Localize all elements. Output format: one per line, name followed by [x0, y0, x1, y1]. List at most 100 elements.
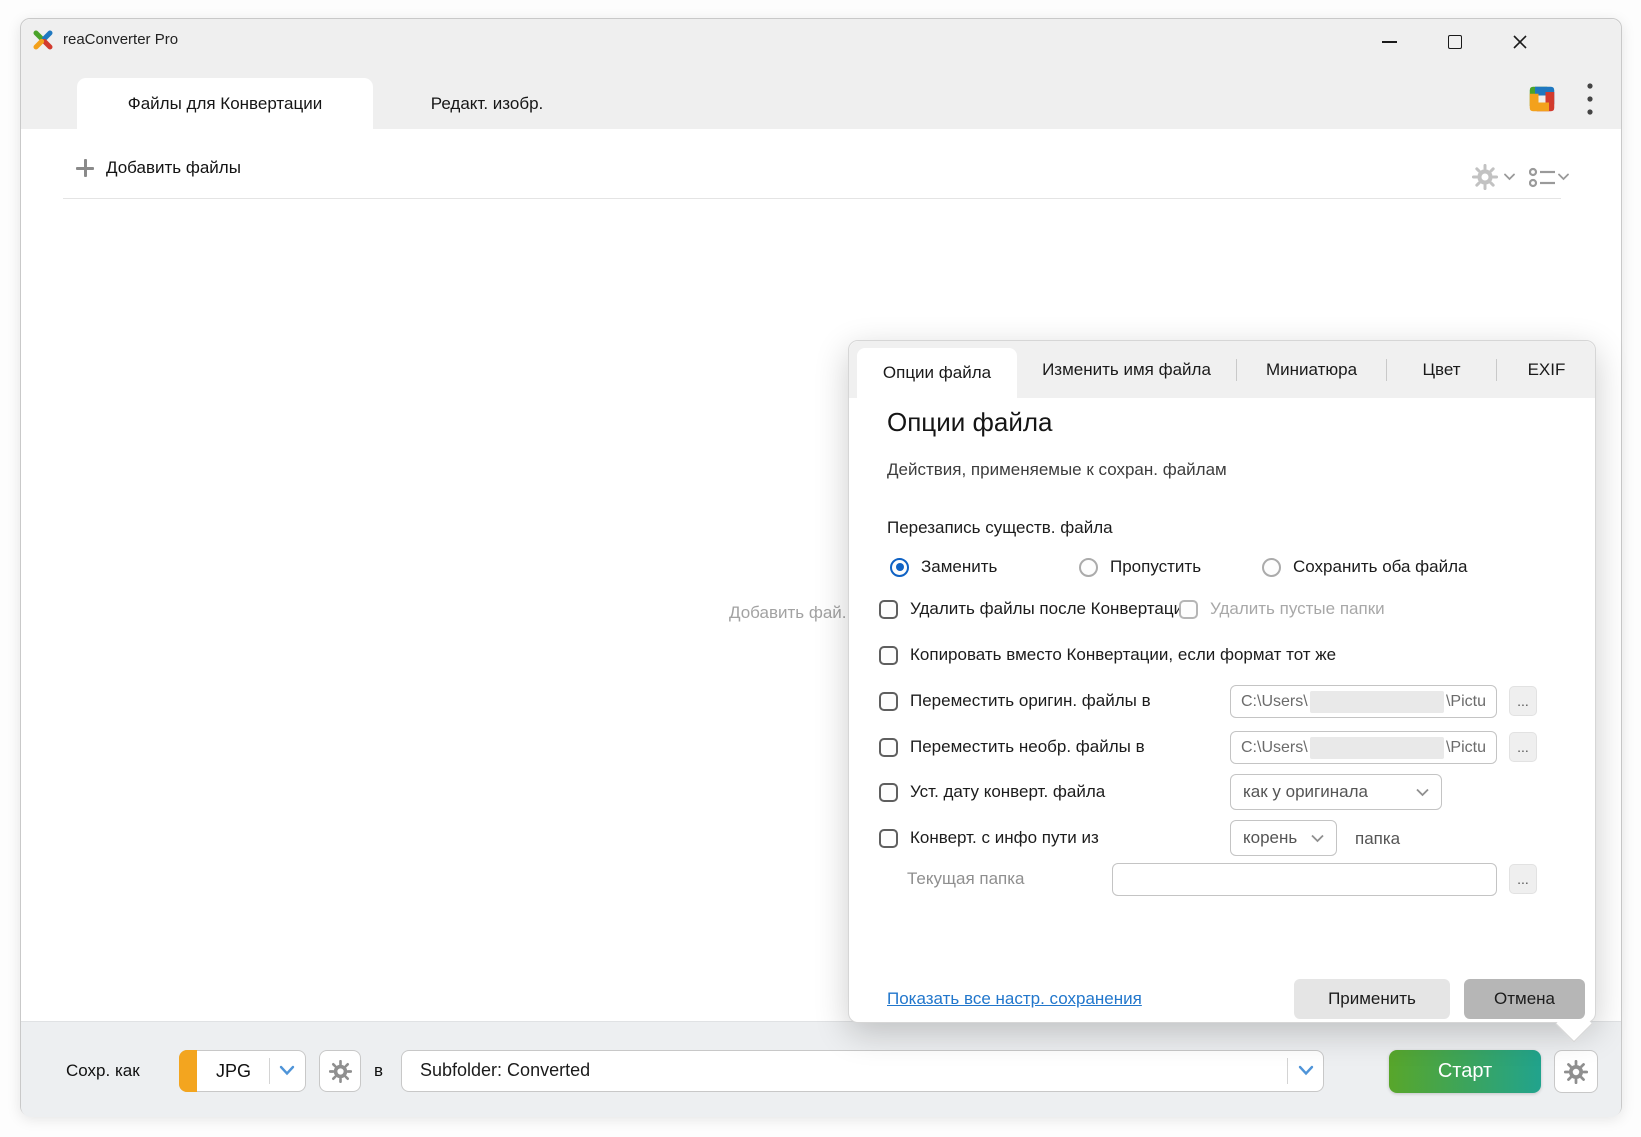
browse-label: ... [1517, 871, 1529, 887]
radio-icon [1262, 558, 1281, 577]
checkbox-delete-empty-folders[interactable]: Удалить пустые папки [1179, 599, 1385, 619]
radio-icon [1079, 558, 1098, 577]
redacted-username [1310, 691, 1444, 713]
path-suffix: \Pictu [1446, 693, 1486, 711]
checkbox-label: Конверт. с инфо пути из [910, 828, 1099, 848]
chevron-down-icon [1298, 1065, 1314, 1076]
format-settings-button[interactable] [319, 1050, 361, 1092]
radio-skip[interactable]: Пропустить [1079, 557, 1201, 577]
gear-icon [1564, 1060, 1588, 1084]
cancel-button[interactable]: Отмена [1464, 979, 1585, 1019]
in-label: в [374, 1061, 383, 1081]
maximize-icon [1448, 35, 1462, 49]
tab-label: Файлы для Конвертации [128, 94, 322, 114]
select-separator [269, 1058, 270, 1084]
save-options-dialog: Опции файла Изменить имя файла Миниатюра… [848, 340, 1596, 1023]
window-title: reaConverter Pro [63, 31, 178, 48]
browse-label: ... [1517, 693, 1529, 709]
redacted-username [1310, 737, 1444, 759]
app-logo-icon [31, 28, 55, 52]
checkbox-icon [879, 783, 898, 802]
add-files-button[interactable]: Добавить файлы [76, 154, 241, 182]
plus-icon [76, 159, 94, 177]
radio-keep-both[interactable]: Сохранить оба файла [1262, 557, 1468, 577]
select-separator [1287, 1058, 1288, 1084]
dialog-subtitle: Действия, применяемые к сохран. файлам [887, 460, 1227, 480]
radio-label: Пропустить [1110, 557, 1201, 577]
view-options-icon [1529, 167, 1556, 188]
checkbox-label: Удалить файлы после Конвертации [910, 599, 1193, 619]
current-folder-field[interactable] [1112, 863, 1497, 896]
checkbox-icon [879, 600, 898, 619]
chevron-down-icon[interactable] [1504, 173, 1515, 181]
checkbox-label: Переместить оригин. файлы в [910, 691, 1151, 711]
tab-edit-images[interactable]: Редакт. изобр. [373, 78, 601, 129]
tab-label: Редакт. изобр. [431, 94, 544, 114]
path-prefix: C:\Users\ [1241, 739, 1308, 757]
conversion-settings-button[interactable] [1470, 162, 1500, 192]
checkbox-icon [879, 738, 898, 757]
radio-label: Сохранить оба файла [1293, 557, 1468, 577]
save-settings-button[interactable] [1554, 1050, 1598, 1093]
minimize-icon [1382, 41, 1397, 43]
overwrite-section-label: Перезапись существ. файла [887, 518, 1113, 538]
add-files-label: Добавить файлы [106, 158, 241, 178]
checkbox-copy-instead[interactable]: Копировать вместо Конвертации, если форм… [879, 645, 1336, 665]
browse-button[interactable]: ... [1509, 686, 1537, 716]
radio-icon [890, 558, 909, 577]
chevron-down-icon[interactable] [1558, 173, 1569, 181]
checkbox-icon [879, 829, 898, 848]
move-unprocessed-path-field[interactable]: C:\Users\ \Pictu [1230, 731, 1497, 764]
format-color-stripe [179, 1050, 197, 1092]
menu-dots-icon [1587, 82, 1593, 116]
path-root-select[interactable]: корень [1230, 820, 1337, 856]
browse-label: ... [1517, 739, 1529, 755]
select-value: как у оригинала [1243, 782, 1368, 802]
maximize-button[interactable] [1438, 25, 1472, 59]
empty-list-hint: Добавить фай. [729, 603, 847, 623]
checkbox-label: Уст. дату конверт. файла [910, 782, 1105, 802]
toolbar-divider [63, 198, 1561, 199]
date-mode-select[interactable]: как у оригинала [1230, 774, 1442, 810]
menu-button[interactable] [1577, 77, 1603, 121]
show-all-save-settings-link[interactable]: Показать все настр. сохранения [887, 989, 1142, 1009]
format-select[interactable]: JPG [179, 1050, 306, 1092]
save-as-label: Сохр. как [66, 1061, 140, 1081]
dialog-title: Опции файла [887, 407, 1052, 438]
close-icon [1512, 34, 1528, 50]
current-folder-label: Текущая папка [907, 869, 1025, 889]
app-window: reaConverter Pro Файлы для Конвертации Р… [20, 18, 1622, 1116]
checkbox-icon [879, 692, 898, 711]
path-suffix: \Pictu [1446, 739, 1486, 757]
radio-replace[interactable]: Заменить [890, 557, 997, 577]
apply-button[interactable]: Применить [1294, 979, 1450, 1019]
start-button[interactable]: Старт [1389, 1050, 1541, 1093]
gear-icon [329, 1060, 352, 1083]
gear-icon [1472, 164, 1498, 190]
tab-files-for-conversion[interactable]: Файлы для Конвертации [77, 78, 373, 129]
view-options-button[interactable] [1529, 167, 1556, 188]
select-value: корень [1243, 828, 1297, 848]
destination-value: Subfolder: Converted [420, 1060, 590, 1081]
checkbox-icon [1179, 600, 1198, 619]
brand-logo-icon [1521, 78, 1563, 120]
close-button[interactable] [1503, 25, 1537, 59]
browse-button[interactable]: ... [1509, 864, 1537, 894]
checkbox-move-original[interactable]: Переместить оригин. файлы в [879, 691, 1151, 711]
checkbox-set-date[interactable]: Уст. дату конверт. файла [879, 782, 1105, 802]
checkbox-icon [879, 646, 898, 665]
browse-button[interactable]: ... [1509, 732, 1537, 762]
chevron-down-icon [1416, 788, 1429, 797]
move-original-path-field[interactable]: C:\Users\ \Pictu [1230, 685, 1497, 718]
radio-label: Заменить [921, 557, 997, 577]
checkbox-convert-with-path-info[interactable]: Конверт. с инфо пути из [879, 828, 1099, 848]
folder-suffix-label: папка [1355, 829, 1400, 849]
chevron-down-icon [279, 1065, 295, 1076]
destination-select[interactable]: Subfolder: Converted [401, 1050, 1324, 1092]
checkbox-label: Копировать вместо Конвертации, если форм… [910, 645, 1336, 665]
minimize-button[interactable] [1372, 25, 1406, 59]
chevron-down-icon [1311, 834, 1324, 843]
checkbox-delete-after-conversion[interactable]: Удалить файлы после Конвертации [879, 599, 1193, 619]
checkbox-move-unprocessed[interactable]: Переместить необр. файлы в [879, 737, 1145, 757]
checkbox-label: Переместить необр. файлы в [910, 737, 1145, 757]
